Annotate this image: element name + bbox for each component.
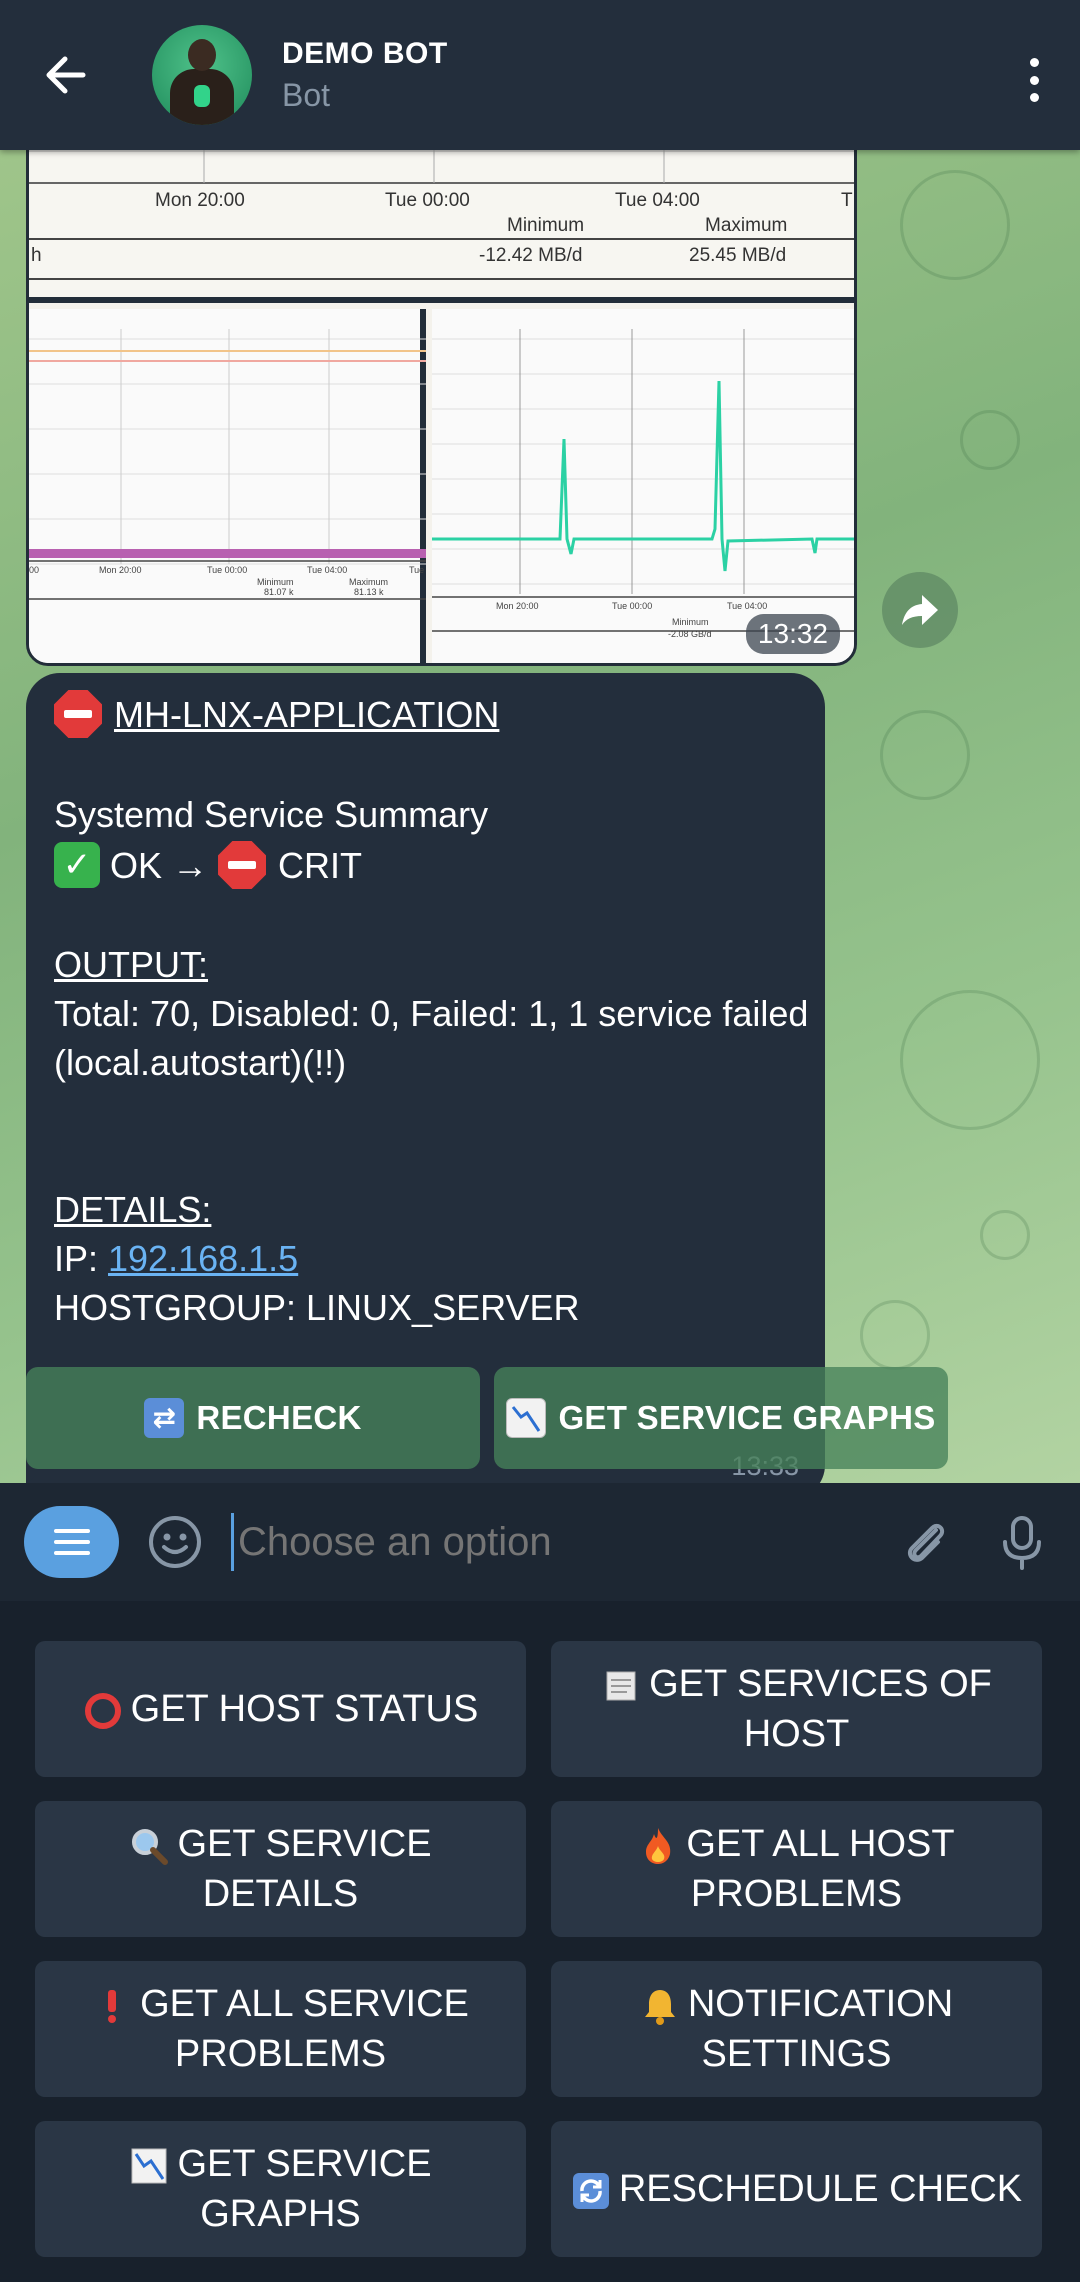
tick-label: Tue 04:00 xyxy=(615,190,700,211)
kb-label: RESCHEDULE CHECK xyxy=(618,2168,1023,2210)
counterclockwise-arrows-icon xyxy=(572,2172,609,2209)
maximum-value: 25.45 MB/d xyxy=(689,245,787,266)
tick-label: Tue 00:00 xyxy=(385,190,470,211)
minimum-label: Minimum xyxy=(672,617,709,627)
unit-fragment: h xyxy=(31,245,42,266)
get-all-service-problems-button[interactable]: GET ALL SERVICE PROBLEMS xyxy=(35,1961,526,2097)
menu-icon xyxy=(53,1529,90,1555)
check-mark-icon: ✓ xyxy=(54,842,100,888)
hollow-red-circle-icon xyxy=(84,1692,121,1729)
output-line: (local.autostart)(!!) xyxy=(54,1042,347,1083)
get-services-of-host-button[interactable]: GET SERVICES OF HOST xyxy=(551,1641,1042,1777)
ip-label: IP: xyxy=(54,1238,99,1279)
tick-label: Mon 20:00 xyxy=(496,601,539,611)
minimum-label: Minimum xyxy=(257,577,294,587)
kb-label: GET SERVICE DETAILS xyxy=(177,1823,432,1915)
fire-icon xyxy=(646,1827,671,1864)
chat-area[interactable]: Mon 20:00 Tue 00:00 Tue 04:00 T Minimum … xyxy=(0,150,1080,1483)
tick-label: Mon 20:00 xyxy=(99,565,142,575)
recheck-label: RECHECK xyxy=(196,1399,362,1436)
get-service-graphs-inline-button[interactable]: GET SERVICE GRAPHS xyxy=(494,1367,948,1469)
tick-label: T xyxy=(841,190,853,211)
get-service-details-button[interactable]: GET SERVICE DETAILS xyxy=(35,1801,526,1937)
ip-line: IP: 192.168.1.5 xyxy=(54,1234,797,1283)
repeat-icon xyxy=(144,1398,185,1438)
minimum-value: 81.07 k xyxy=(264,587,294,597)
scroll-icon xyxy=(606,1671,636,1701)
recheck-button[interactable]: RECHECK xyxy=(26,1367,480,1469)
graph-image-left[interactable]: 00 Mon 20:00 Tue 00:00 Tue 04:00 Tue Min… xyxy=(29,309,426,663)
graph-image-right[interactable]: Mon 20:00 Tue 00:00 Tue 04:00 Minimum -2… xyxy=(432,309,854,663)
bell-icon xyxy=(644,1989,675,2025)
maximum-label: Maximum xyxy=(705,215,788,236)
kb-label: GET SERVICE GRAPHS xyxy=(177,2143,432,2235)
ip-link[interactable]: 192.168.1.5 xyxy=(108,1234,298,1283)
reschedule-check-button[interactable]: RESCHEDULE CHECK xyxy=(551,2121,1042,2257)
tick-label: Tue 00:00 xyxy=(207,565,248,575)
message-input-bar xyxy=(0,1483,1080,1601)
kb-label: GET HOST STATUS xyxy=(130,1688,479,1730)
magnifying-glass-icon xyxy=(132,1828,169,1865)
state-from: OK xyxy=(110,844,163,886)
emoji-icon[interactable] xyxy=(147,1514,203,1570)
host-name-link[interactable]: MH-LNX-APPLICATION xyxy=(114,690,499,739)
bot-menu-button[interactable] xyxy=(24,1506,119,1578)
minimum-value: -12.42 MB/d xyxy=(479,245,583,266)
tick-label: Tue xyxy=(409,565,425,575)
microphone-icon[interactable] xyxy=(994,1514,1050,1570)
output-heading: OUTPUT: xyxy=(54,944,209,985)
chat-header: DEMO BOT Bot xyxy=(0,0,1080,150)
exclamation-icon xyxy=(108,1989,117,2023)
avatar[interactable] xyxy=(152,25,252,125)
maximum-value: 81.13 k xyxy=(354,587,384,597)
message-input[interactable] xyxy=(238,1519,898,1565)
reply-keyboard: GET HOST STATUS GET SERVICES OF HOST GET… xyxy=(0,1601,1080,2282)
kb-label: GET SERVICES OF HOST xyxy=(649,1663,992,1755)
details-heading: DETAILS: xyxy=(54,1189,212,1230)
stop-sign-icon xyxy=(218,841,267,889)
arrow-left-icon xyxy=(46,56,86,94)
output-line: Total: 70, Disabled: 0, Failed: 1, 1 ser… xyxy=(54,993,809,1034)
arrow-right-icon: → xyxy=(172,844,209,886)
stop-sign-icon xyxy=(54,690,102,738)
graph-image-top[interactable]: Mon 20:00 Tue 00:00 Tue 04:00 T Minimum … xyxy=(29,150,854,303)
kb-label: GET ALL SERVICE PROBLEMS xyxy=(140,1983,469,2075)
tick-label: 00 xyxy=(29,565,40,575)
kb-label: NOTIFICATION SETTINGS xyxy=(687,1983,954,2075)
more-vertical-icon xyxy=(1029,58,1039,67)
more-options-button[interactable] xyxy=(1028,58,1040,102)
get-host-status-button[interactable]: GET HOST STATUS xyxy=(35,1641,526,1777)
share-button[interactable] xyxy=(882,572,958,648)
alert-message[interactable]: MH-LNX-APPLICATION Systemd Service Summa… xyxy=(12,673,825,1483)
chat-title-block[interactable]: DEMO BOT Bot xyxy=(282,37,448,114)
tick-label: Tue 04:00 xyxy=(727,601,768,611)
tick-label: Tue 00:00 xyxy=(612,601,653,611)
maximum-label: Maximum xyxy=(349,577,389,587)
kb-label: GET ALL HOST PROBLEMS xyxy=(686,1823,955,1915)
share-icon xyxy=(902,595,938,625)
minimum-value: -2.08 GB/d xyxy=(668,629,712,639)
get-all-host-problems-button[interactable]: GET ALL HOST PROBLEMS xyxy=(551,1801,1042,1937)
chat-title: DEMO BOT xyxy=(282,36,448,70)
graph-album[interactable]: Mon 20:00 Tue 00:00 Tue 04:00 T Minimum … xyxy=(26,150,857,666)
service-name: Systemd Service Summary xyxy=(54,794,489,835)
host-line: MH-LNX-APPLICATION xyxy=(54,687,797,741)
chart-decreasing-icon xyxy=(506,1398,547,1438)
hostgroup-line: HOSTGROUP: LINUX_SERVER xyxy=(54,1287,580,1328)
graphs-label: GET SERVICE GRAPHS xyxy=(558,1399,936,1436)
state-to: CRIT xyxy=(278,844,363,886)
tick-label: Tue 04:00 xyxy=(307,565,348,575)
tick-label: Mon 20:00 xyxy=(155,190,245,211)
paperclip-icon[interactable] xyxy=(898,1514,954,1570)
state-change: ✓ OK → CRIT xyxy=(54,839,797,891)
minimum-label: Minimum xyxy=(507,215,585,236)
back-button[interactable] xyxy=(0,0,130,150)
chart-decreasing-icon xyxy=(131,2148,167,2184)
notification-settings-button[interactable]: NOTIFICATION SETTINGS xyxy=(551,1961,1042,2097)
chat-subtitle: Bot xyxy=(282,76,331,113)
get-service-graphs-button[interactable]: GET SERVICE GRAPHS xyxy=(35,2121,526,2257)
album-timestamp: 13:32 xyxy=(745,614,840,654)
